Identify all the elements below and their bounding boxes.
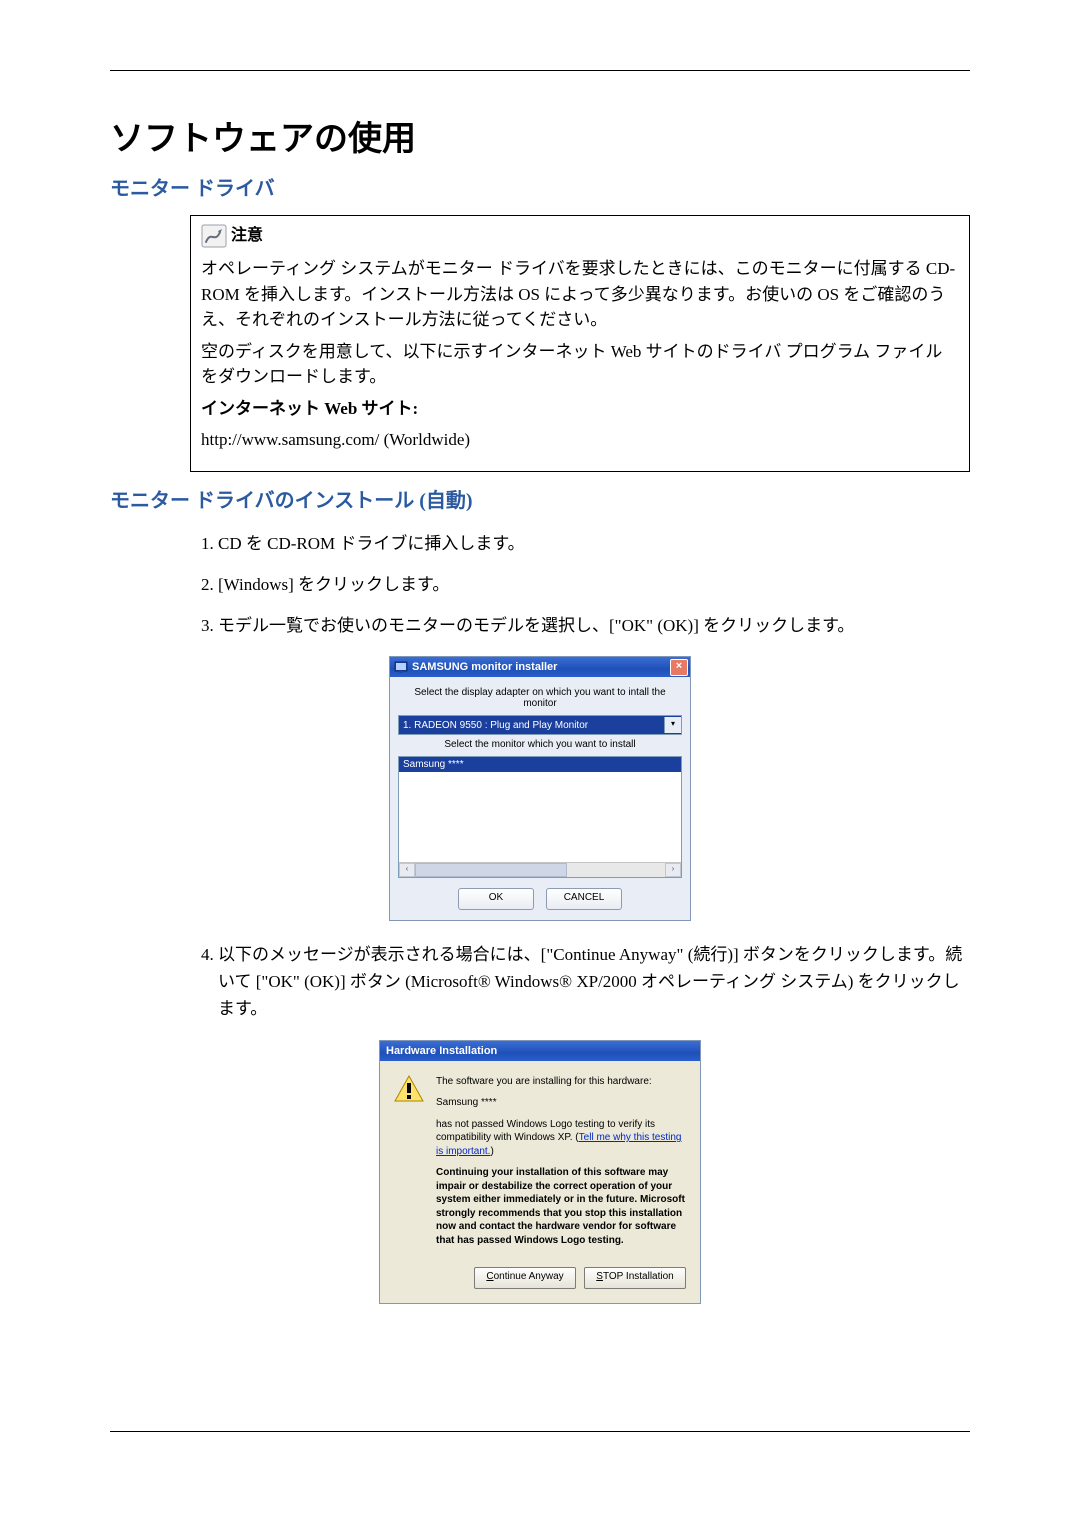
scroll-track[interactable] [415, 863, 665, 877]
monitor-listbox[interactable]: Samsung **** ‹ › [398, 756, 682, 878]
note-p1: オペレーティング システムがモニター ドライバを要求したときには、このモニターに… [201, 256, 959, 333]
page-title: ソフトウェアの使用 [110, 111, 970, 160]
note-url: http://www.samsung.com/ (Worldwide) [201, 427, 959, 453]
stop-u: S [596, 1271, 603, 1282]
bottom-rule [110, 1431, 970, 1432]
page: ソフトウェアの使用 モニター ドライバ 注意 オペレーティング システムがモニタ… [0, 0, 1080, 1527]
chevron-down-icon[interactable]: ▾ [664, 717, 681, 733]
note-p2: 空のディスクを用意して、以下に示すインターネット Web サイトのドライバ プロ… [201, 339, 959, 390]
step-1: CD を CD-ROM ドライブに挿入します。 [218, 530, 970, 557]
list-item[interactable]: Samsung **** [399, 757, 681, 772]
close-button[interactable]: × [670, 659, 688, 676]
scroll-left-button[interactable]: ‹ [399, 863, 415, 877]
step-2: [Windows] をクリックします。 [218, 571, 970, 598]
installer-title: SAMSUNG monitor installer [412, 661, 557, 673]
note-icon [201, 224, 227, 248]
cancel-button[interactable]: CANCEL [546, 888, 622, 910]
stop-installation-button[interactable]: STOP Installation [584, 1267, 686, 1289]
note-label: 注意 [231, 224, 263, 248]
scroll-thumb[interactable] [415, 863, 567, 877]
hw-line-3: has not passed Windows Logo testing to v… [436, 1118, 686, 1159]
installer-window: SAMSUNG monitor installer × Select the d… [389, 656, 691, 921]
continue-rest: ontinue Anyway [494, 1271, 564, 1282]
continue-u: C [486, 1271, 493, 1282]
ok-button[interactable]: OK [458, 888, 534, 910]
app-icon [394, 660, 408, 674]
hardware-message: The software you are installing for this… [436, 1075, 686, 1256]
scroll-right-button[interactable]: › [665, 863, 681, 877]
steps-list-2: 以下のメッセージが表示される場合には、["Continue Anyway" (続… [190, 941, 970, 1023]
continue-anyway-button[interactable]: Continue Anyway [474, 1267, 576, 1289]
hw-line-2: Samsung **** [436, 1096, 686, 1110]
hardware-dialog: Hardware Installation The software you a… [379, 1040, 701, 1305]
figure-installer: SAMSUNG monitor installer × Select the d… [110, 656, 970, 921]
top-rule [110, 70, 970, 71]
step-3: モデル一覧でお使いのモニターのモデルを選択し、["OK" (OK)] をクリック… [218, 612, 970, 639]
installer-titlebar[interactable]: SAMSUNG monitor installer × [390, 657, 690, 677]
warning-icon [394, 1075, 424, 1256]
figure-hardware-dialog: Hardware Installation The software you a… [110, 1040, 970, 1305]
horizontal-scrollbar[interactable]: ‹ › [399, 862, 681, 877]
hw-line-4: Continuing your installation of this sof… [436, 1166, 686, 1247]
steps-list: CD を CD-ROM ドライブに挿入します。 [Windows] をクリックし… [190, 530, 970, 640]
adapter-dropdown-value: 1. RADEON 9550 : Plug and Play Monitor [403, 720, 588, 731]
installer-prompt-1: Select the display adapter on which you … [398, 687, 682, 709]
step-4: 以下のメッセージが表示される場合には、["Continue Anyway" (続… [218, 941, 970, 1023]
stop-rest: TOP Installation [603, 1271, 674, 1282]
adapter-dropdown[interactable]: 1. RADEON 9550 : Plug and Play Monitor ▾ [398, 715, 682, 735]
hw-line-1: The software you are installing for this… [436, 1075, 686, 1089]
installer-prompt-2: Select the monitor which you want to ins… [398, 739, 682, 750]
section-monitor-driver: モニター ドライバ [110, 172, 970, 201]
hw-p3b: ) [490, 1146, 493, 1157]
section-install-auto: モニター ドライバのインストール (自動) [110, 484, 970, 513]
hardware-titlebar[interactable]: Hardware Installation [380, 1041, 700, 1061]
note-box: 注意 オペレーティング システムがモニター ドライバを要求したときには、このモニ… [190, 215, 970, 472]
note-p3: インターネット Web サイト: [201, 396, 959, 422]
